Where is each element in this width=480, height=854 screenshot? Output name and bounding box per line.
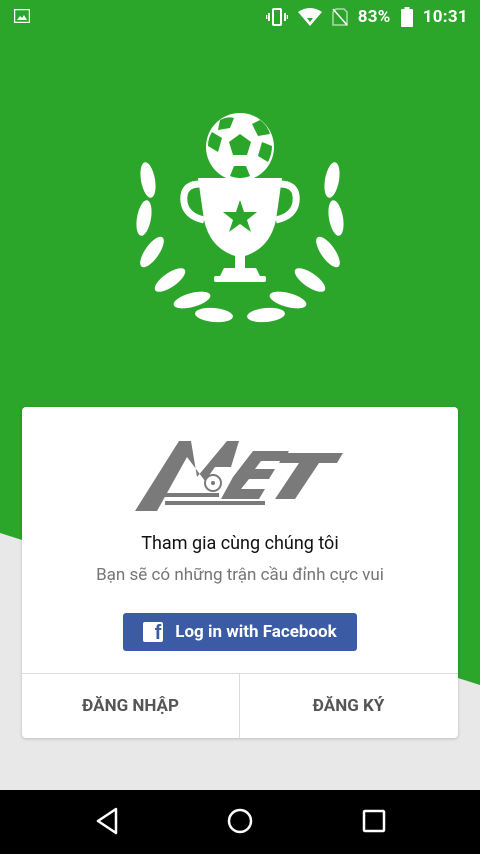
trophy-laurel-icon: [136, 113, 344, 323]
login-card: Tham gia cùng chúng tôi Bạn sẽ có những …: [22, 407, 458, 738]
navigation-bar: [0, 790, 480, 854]
facebook-login-label: Log in with Facebook: [175, 622, 337, 642]
card-subtitle: Bạn sẽ có những trận cầu đỉnh cực vui: [96, 565, 384, 585]
no-sim-icon: [331, 7, 348, 26]
facebook-login-button[interactable]: f Log in with Facebook: [123, 613, 357, 651]
clock: 10:31: [422, 6, 468, 27]
gallery-icon: [14, 9, 30, 23]
status-bar: 83% 10:31: [0, 0, 480, 33]
back-icon[interactable]: [94, 806, 120, 836]
recents-icon[interactable]: [361, 806, 387, 836]
login-label: ĐĂNG NHẬP: [82, 696, 179, 716]
home-icon[interactable]: [226, 806, 254, 836]
vibrate-icon: [265, 7, 288, 26]
register-label: ĐĂNG KÝ: [312, 696, 385, 716]
login-button[interactable]: ĐĂNG NHẬP: [22, 674, 239, 738]
facebook-icon: f: [143, 622, 164, 644]
card-title: Tham gia cùng chúng tôi: [141, 533, 339, 554]
wifi-icon: [297, 7, 322, 26]
register-button[interactable]: ĐĂNG KÝ: [240, 674, 457, 738]
battery-percent: 83%: [357, 6, 391, 27]
battery-icon: [400, 6, 413, 27]
met-logo: [135, 441, 343, 511]
